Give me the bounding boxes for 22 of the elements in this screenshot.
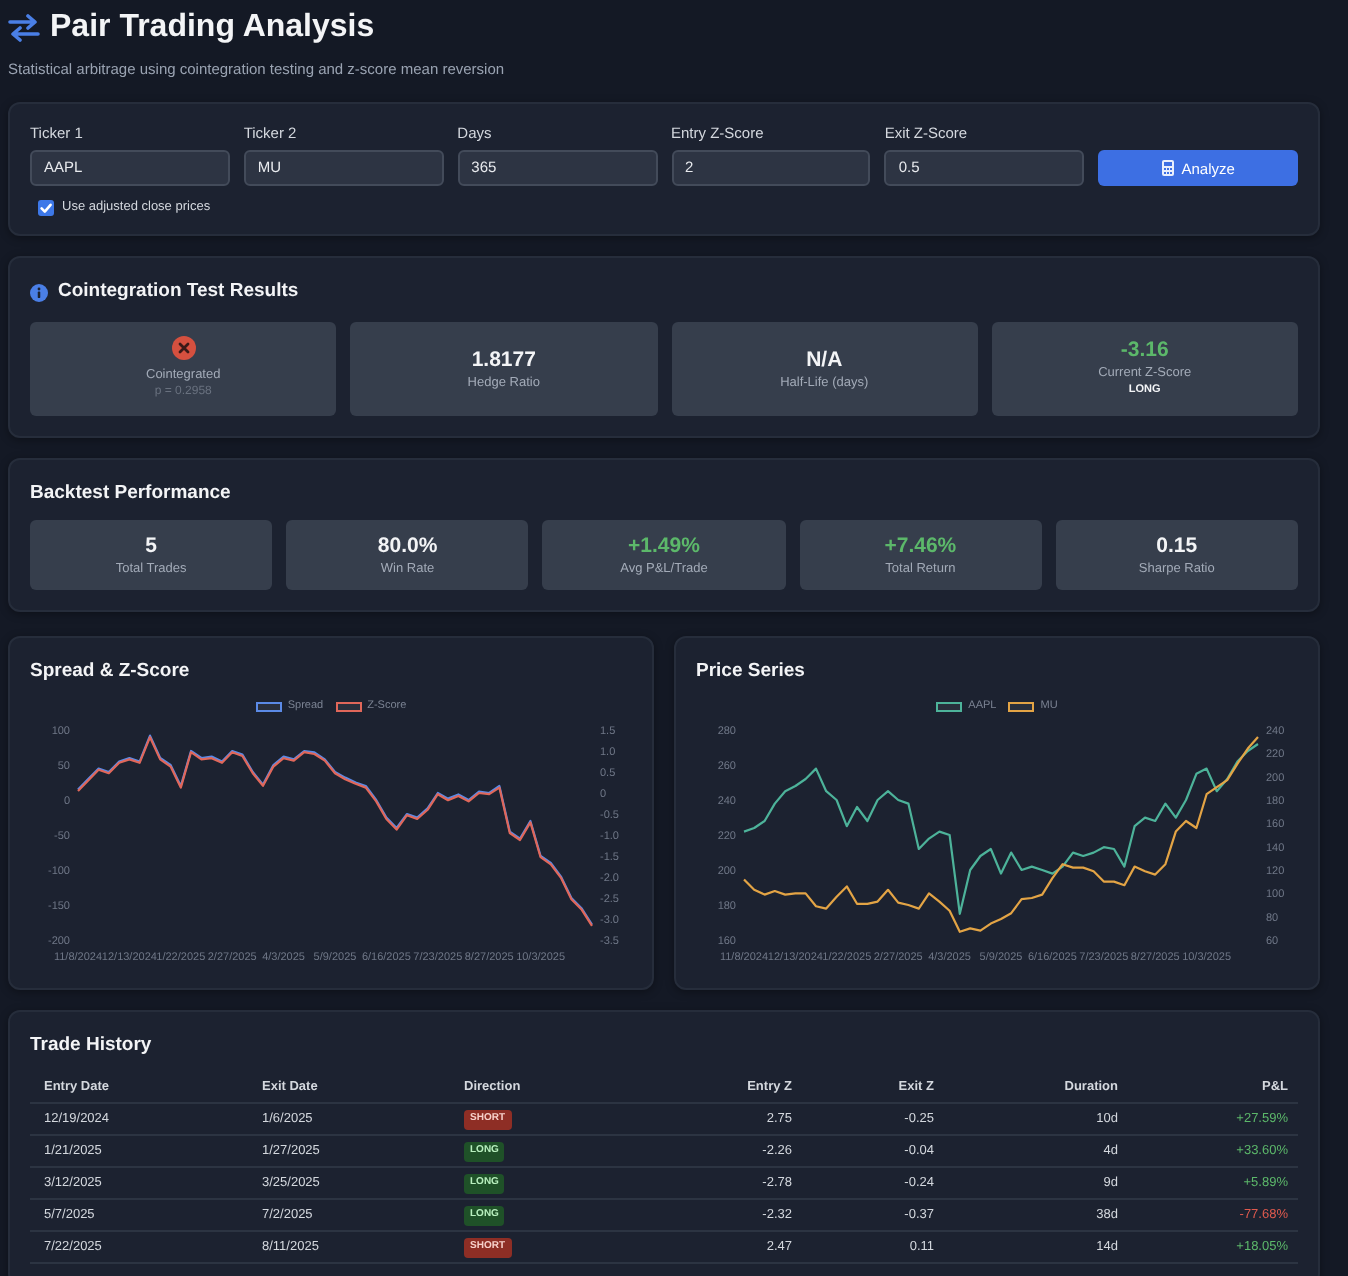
stat-value: +1.49% [628,533,700,559]
section-title: Cointegration Test Results [58,278,299,306]
legend-swatch-icon [335,702,362,712]
section-title: Backtest Performance [30,480,233,508]
stat-value: -3.16 [1120,338,1169,364]
section-title: Trade History [30,1032,154,1060]
stat-value: N/A [806,347,843,373]
chart-title: Price Series [696,658,807,686]
checkbox[interactable] [38,199,54,215]
legend-swatch-icon [936,702,963,712]
chart-title: Spread & Z-Score [30,658,192,686]
legend-swatch-icon [1008,702,1035,712]
stat-value: +7.46% [884,533,957,559]
stat-value: 80.0% [377,533,438,559]
stat-value: 0.15 [1156,533,1198,559]
stat-value: 5 [145,533,158,559]
stat-value: 1.8177 [471,347,536,373]
legend-swatch-icon [255,702,282,712]
page-title: Pair Trading Analysis [50,8,375,48]
info-icon [30,283,48,301]
calculator-icon [1161,160,1174,176]
swap-arrows-icon [8,14,40,42]
